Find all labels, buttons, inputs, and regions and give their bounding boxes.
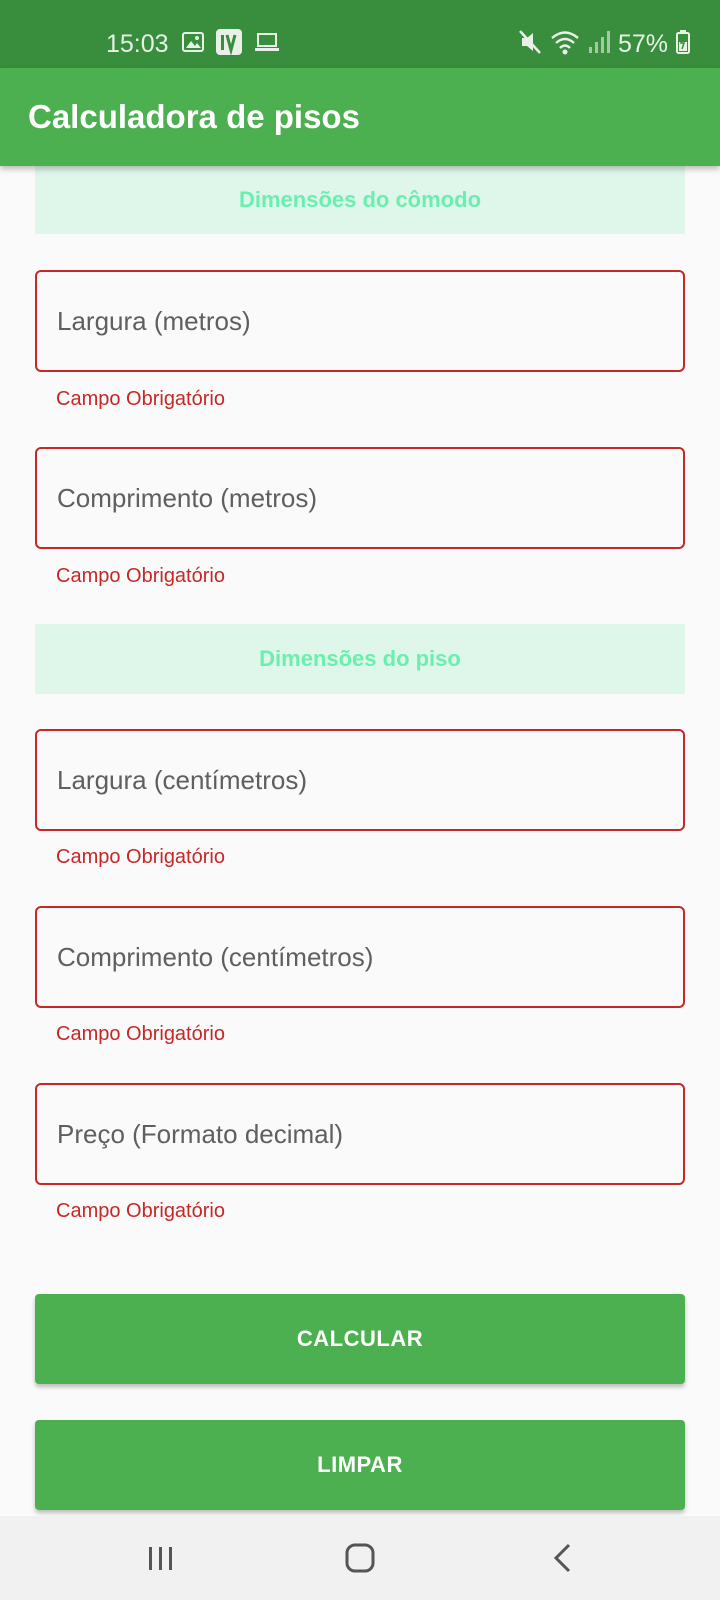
tile-length-input[interactable] — [37, 908, 683, 1006]
section-header-room: Dimensões do cômodo — [35, 166, 685, 234]
room-length-error: Campo Obrigatório — [56, 565, 225, 587]
price-field[interactable] — [35, 1083, 685, 1185]
room-width-error: Campo Obrigatório — [56, 388, 225, 410]
signal-icon — [588, 30, 610, 59]
navigation-bar — [0, 1516, 720, 1600]
tile-length-field[interactable] — [35, 906, 685, 1008]
status-notification-icons — [182, 28, 280, 60]
laptop-icon — [254, 32, 280, 57]
room-width-field[interactable] — [35, 270, 685, 372]
price-input[interactable] — [37, 1085, 683, 1183]
battery-percent: 57% — [617, 30, 668, 58]
mute-icon — [518, 29, 542, 60]
tile-width-error: Campo Obrigatório — [56, 846, 225, 868]
wifi-icon — [550, 29, 580, 60]
app-bar: Calculadora de pisos — [0, 68, 720, 166]
recent-apps-icon[interactable] — [139, 1538, 183, 1578]
status-system-icons: 57% — [518, 28, 690, 60]
room-length-field[interactable] — [35, 447, 685, 549]
clear-button[interactable]: LIMPAR — [35, 1420, 685, 1510]
price-error: Campo Obrigatório — [56, 1200, 225, 1222]
image-icon — [182, 31, 204, 57]
home-icon[interactable] — [338, 1538, 382, 1578]
back-icon[interactable] — [541, 1538, 585, 1578]
section-header-tile: Dimensões do piso — [35, 624, 685, 694]
status-time: 15:03 — [106, 30, 169, 58]
tile-width-input[interactable] — [37, 731, 683, 829]
room-length-input[interactable] — [37, 449, 683, 547]
status-bar: 15:03 57% — [0, 0, 720, 68]
app-title: Calculadora de pisos — [28, 98, 360, 135]
tile-length-error: Campo Obrigatório — [56, 1023, 225, 1045]
calculate-button[interactable]: CALCULAR — [35, 1294, 685, 1384]
room-width-input[interactable] — [37, 272, 683, 370]
tile-width-field[interactable] — [35, 729, 685, 831]
iv-app-icon — [216, 28, 242, 60]
battery-icon — [676, 29, 690, 59]
